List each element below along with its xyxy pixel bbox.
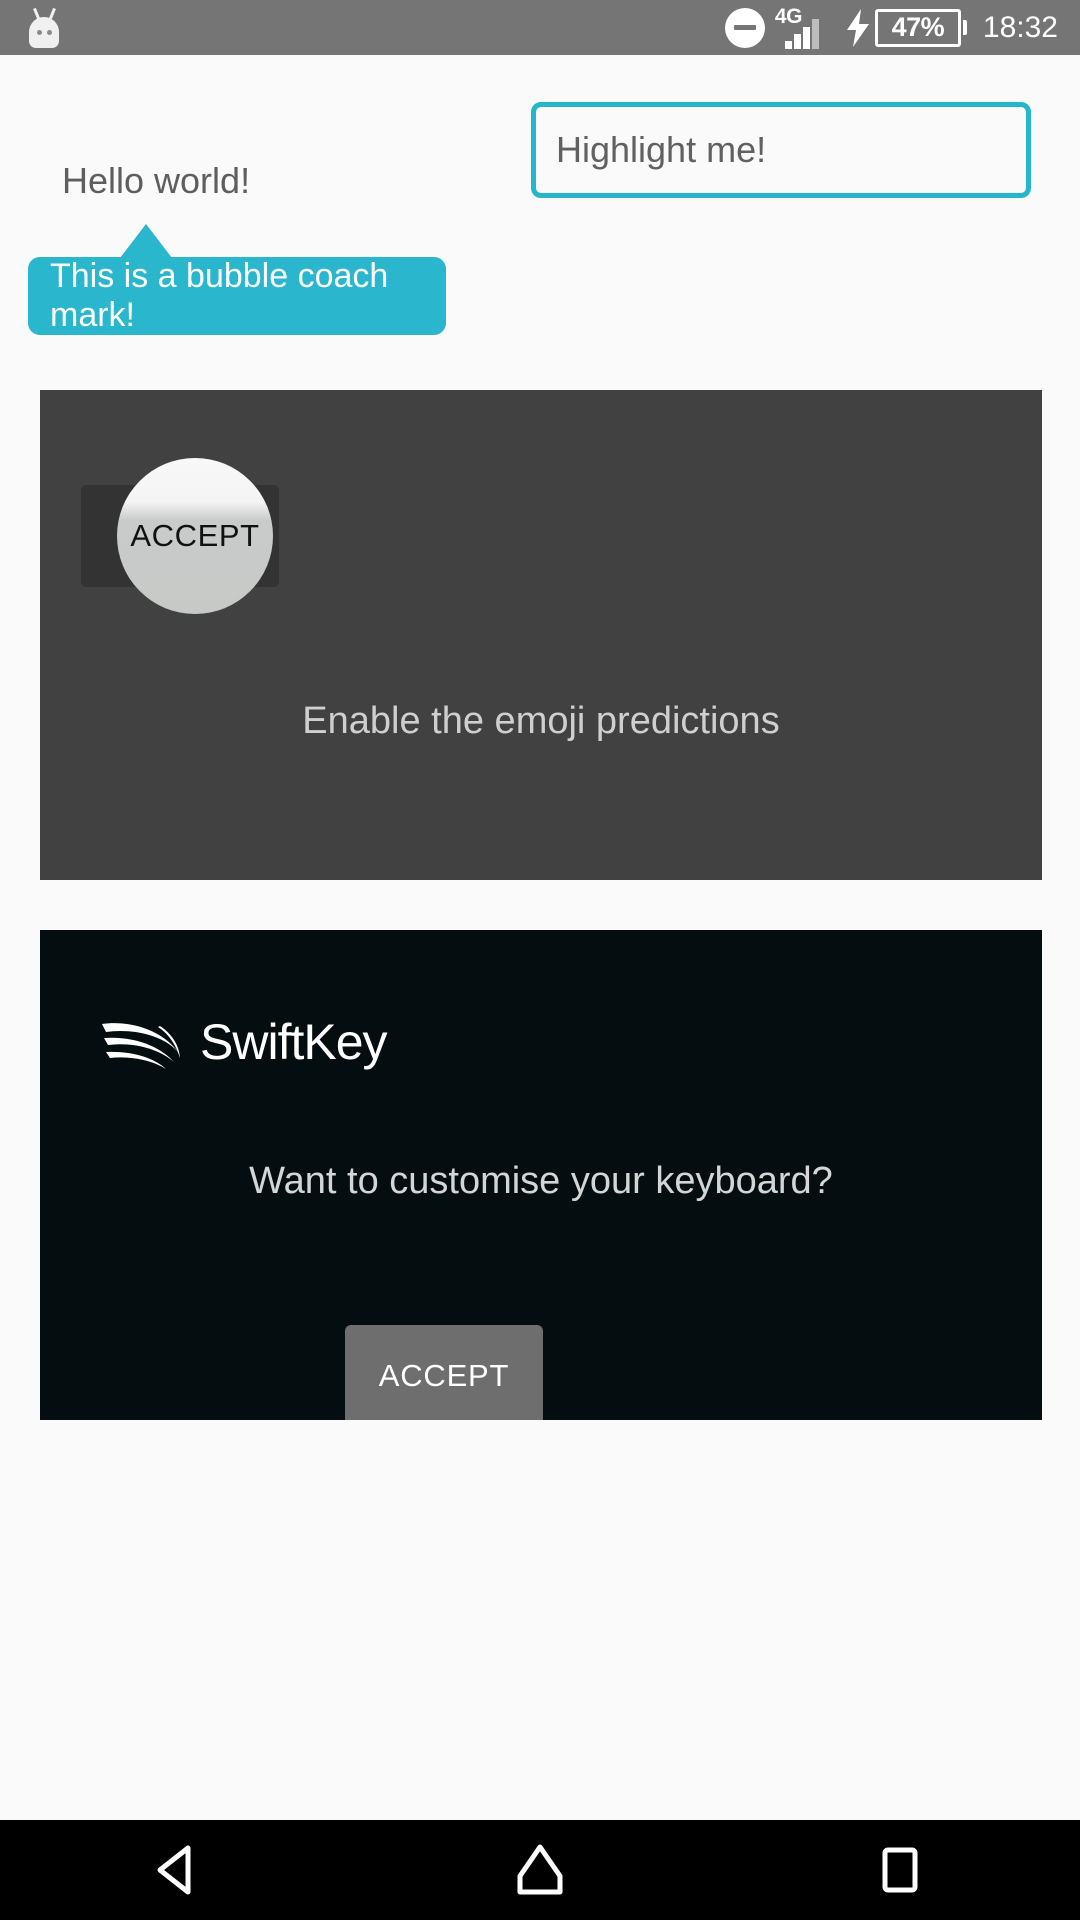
- swiftkey-panel: SwiftKey Want to customise your keyboard…: [40, 930, 1042, 1420]
- coach-mark-overlay-panel[interactable]: ACCEPT Enable the emoji predictions: [40, 390, 1042, 880]
- status-bar-clock: 18:32: [982, 10, 1058, 44]
- do-not-disturb-icon: [724, 7, 765, 48]
- android-navigation-bar: [0, 1820, 1080, 1920]
- home-icon[interactable]: [480, 1820, 600, 1920]
- status-bar: 4G 47% 18:32: [0, 0, 1080, 55]
- back-icon[interactable]: [120, 1820, 240, 1920]
- cyanogenmod-droid-icon: [22, 7, 66, 48]
- swiftkey-swoosh-icon: [100, 1012, 182, 1072]
- overlay-accept-button-label: ACCEPT: [130, 518, 260, 553]
- overlay-caption-text: Enable the emoji predictions: [302, 700, 780, 742]
- swiftkey-brand-name: SwiftKey: [200, 1014, 388, 1070]
- highlight-input-field[interactable]: Highlight me!: [531, 102, 1031, 198]
- bubble-arrow-icon: [120, 224, 172, 258]
- app-content: Hello world! Highlight me! This is a bub…: [0, 55, 1080, 1820]
- swiftkey-question-text: Want to customise your keyboard?: [249, 1160, 833, 1202]
- circular-spotlight[interactable]: ACCEPT: [117, 458, 273, 614]
- swiftkey-accept-button[interactable]: ACCEPT: [345, 1325, 543, 1420]
- charging-bolt-icon: [845, 8, 871, 47]
- bubble-coach-mark-text: This is a bubble coach mark!: [28, 257, 446, 335]
- battery-indicator: 47%: [874, 8, 967, 47]
- status-bar-left: [22, 7, 725, 48]
- swiftkey-logo: SwiftKey: [100, 1012, 388, 1072]
- status-bar-right: 4G 47% 18:32: [724, 5, 1058, 49]
- recents-icon[interactable]: [840, 1820, 960, 1920]
- battery-level-label: 47%: [891, 12, 945, 42]
- hello-world-label: Hello world!: [62, 160, 251, 201]
- signal-bars-icon: 4G: [775, 5, 837, 49]
